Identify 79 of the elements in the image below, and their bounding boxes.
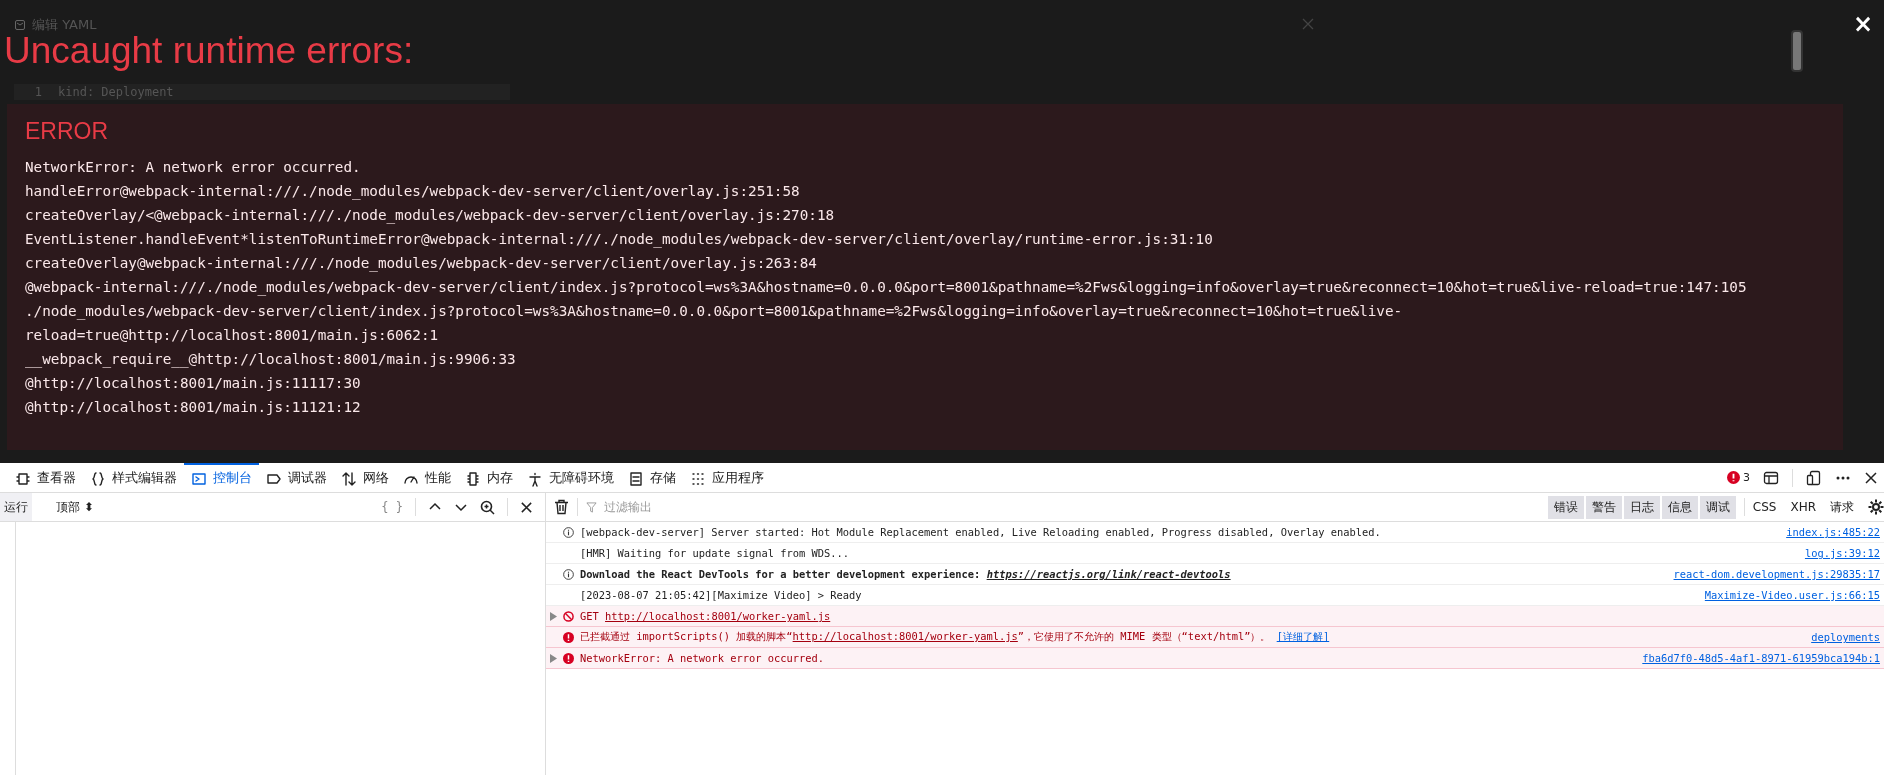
scrollbar-thumb[interactable]	[1791, 30, 1803, 72]
dialog-icon	[14, 19, 26, 31]
error-icon	[562, 652, 574, 664]
braces-icon	[90, 470, 106, 487]
error-icon	[562, 631, 574, 643]
source-link[interactable]: fba6d7f0-48d5-4af1-8971-61959bca194b:1	[1642, 652, 1880, 664]
stack-trace-line: ./node_modules/webpack-dev-server/client/index.js?protocol=ws%3A&hostname=0.0.0.0&port=8001&pathname=%2Fws&logging=info&overlay=true&reconnect=10&hot=true&live-reload=true@http://localhost:8001/main.js:6062:1	[25, 302, 1404, 345]
console-message: 已拦截通过 importScripts() 加载的脚本“http://localhost:8001/worker-yaml.js”，它使用了不允许的 MIME 类型（“text/html”）。 [详细了解]	[580, 630, 1330, 644]
level-filter-button[interactable]: 错误	[1547, 495, 1584, 519]
learn-more-link[interactable]: [详细了解]	[1276, 630, 1330, 642]
console-message: [webpack-dev-server] Server started: Hot Module Replacement enabled, Live Reloading enabled, Progress disabled, Overlay enabled.	[580, 526, 1381, 538]
devtools-tab[interactable]: 调试器	[259, 463, 334, 492]
search-icon[interactable]	[480, 499, 495, 515]
pretty-print-button[interactable]: { }	[381, 500, 403, 514]
link[interactable]: https://reactjs.org/link/react-devtools	[986, 568, 1231, 580]
filter-icon	[586, 501, 597, 513]
devtools-tab[interactable]: 网络	[334, 463, 396, 492]
stack-trace-line: handleError@webpack-internal:///./node_modules/webpack-dev-server/client/overlay.js:251:58	[25, 182, 801, 202]
category-filter-button[interactable]: XHR	[1784, 497, 1822, 517]
level-filter-button[interactable]: 警告	[1585, 495, 1622, 519]
error-count[interactable]: 3	[1727, 471, 1750, 484]
category-filter-button[interactable]: 请求	[1824, 495, 1860, 519]
stack-trace-line: createOverlay@webpack-internal:///./node_modules/webpack-dev-server/client/overlay.js:263:84	[25, 254, 818, 274]
close-icon[interactable]	[520, 500, 533, 514]
console-message: NetworkError: A network error occurred.	[580, 652, 824, 664]
error-icon	[1727, 471, 1740, 484]
devtools-tab[interactable]: 样式编辑器	[83, 463, 184, 492]
devtools-tab[interactable]: 无障碍环境	[520, 463, 621, 492]
close-button[interactable]: ×	[1852, 12, 1873, 36]
devtools-tab[interactable]: 存储	[621, 463, 683, 492]
devtools-tab[interactable]: 应用程序	[683, 463, 771, 492]
arrows-icon	[341, 470, 357, 487]
source-link[interactable]: index.js:485:22	[1786, 526, 1880, 538]
expand-arrow-icon[interactable]	[549, 653, 557, 663]
console-message: Download the React DevTools for a better development experience: https://reactjs.org/link/react-devtools	[580, 568, 1231, 580]
source-link[interactable]: react-dom.development.js:29835:17	[1673, 568, 1880, 580]
category-filter-button[interactable]: CSS	[1746, 497, 1783, 517]
stack-trace-line: createOverlay/<@webpack-internal:///./node_modules/webpack-dev-server/client/overlay.js:270:18	[25, 206, 836, 226]
context-selector[interactable]: 顶部 ⬍	[56, 498, 94, 516]
error-label: ERROR	[25, 118, 110, 145]
source-link[interactable]: Maximize-Video.user.js:66:15	[1704, 589, 1880, 601]
level-filter-button[interactable]: 日志	[1623, 495, 1660, 519]
devtools-tab[interactable]: 查看器	[8, 463, 83, 492]
person-icon	[527, 470, 543, 487]
source-link[interactable]: deployments	[1811, 631, 1880, 643]
blocked-icon	[562, 610, 574, 622]
stack-trace-line: @webpack-internal:///./node_modules/webpack-dev-server/client/index.js?protocol=ws%3A&hostname=0.0.0.0&port=8001&pathname=%2Fws&logging=info&overlay=true&reconnect=10&hot=true&live-reload=true:147:105	[25, 278, 1748, 298]
expand-arrow-icon[interactable]	[549, 611, 557, 621]
console-message: [2023-08-07 21:05:42][Maximize Video] > Ready	[580, 589, 862, 601]
close-icon[interactable]	[1864, 470, 1878, 485]
link[interactable]: http://localhost:8001/worker-yaml.js	[792, 630, 1018, 642]
filter-field[interactable]: 过滤输出	[602, 499, 806, 515]
info-icon	[562, 526, 574, 538]
stack-trace-line: EventListener.handleEvent*listenToRuntimeError@webpack-internal:///./node_modules/webpack-dev-server/client/overlay/runtime-error.js:31:10	[25, 230, 1214, 250]
stack-trace-line: @http://localhost:8001/main.js:11117:30	[25, 374, 362, 393]
terminal-icon	[191, 470, 207, 487]
trash-icon[interactable]	[554, 499, 569, 515]
layout-icon[interactable]	[1763, 469, 1779, 486]
devtools-tab[interactable]: 内存	[458, 463, 520, 492]
info-icon	[562, 568, 574, 580]
level-filter-button[interactable]: 信息	[1661, 495, 1698, 519]
source-link[interactable]: log.js:39:12	[1804, 547, 1880, 559]
level-filter-button[interactable]: 调试	[1699, 495, 1736, 519]
dock-icon[interactable]	[1806, 469, 1822, 486]
console-message: [HMR] Waiting for update signal from WDS...	[580, 547, 849, 559]
link[interactable]: http://localhost:8001/worker-yaml.js	[605, 610, 831, 622]
devtools-tab[interactable]: 性能	[396, 463, 458, 492]
stack-trace-line: @http://localhost:8001/main.js:11121:12	[25, 398, 362, 417]
box-icon	[15, 470, 31, 487]
devtools-tab[interactable]: 控制台	[184, 463, 259, 492]
stack-trace-line: NetworkError: A network error occurred.	[25, 158, 362, 177]
settings-icon[interactable]	[1868, 499, 1884, 515]
stack-trace-line: __webpack_require__@http://localhost:8001/main.js:9906:33	[25, 350, 517, 370]
chip-icon	[465, 470, 481, 487]
storage-icon	[628, 470, 644, 487]
grid-icon	[690, 470, 706, 487]
console-message: GET http://localhost:8001/worker-yaml.js	[580, 610, 831, 622]
run-button[interactable]: 运行	[0, 493, 32, 521]
overlay-title: Uncaught runtime errors:	[4, 30, 414, 72]
